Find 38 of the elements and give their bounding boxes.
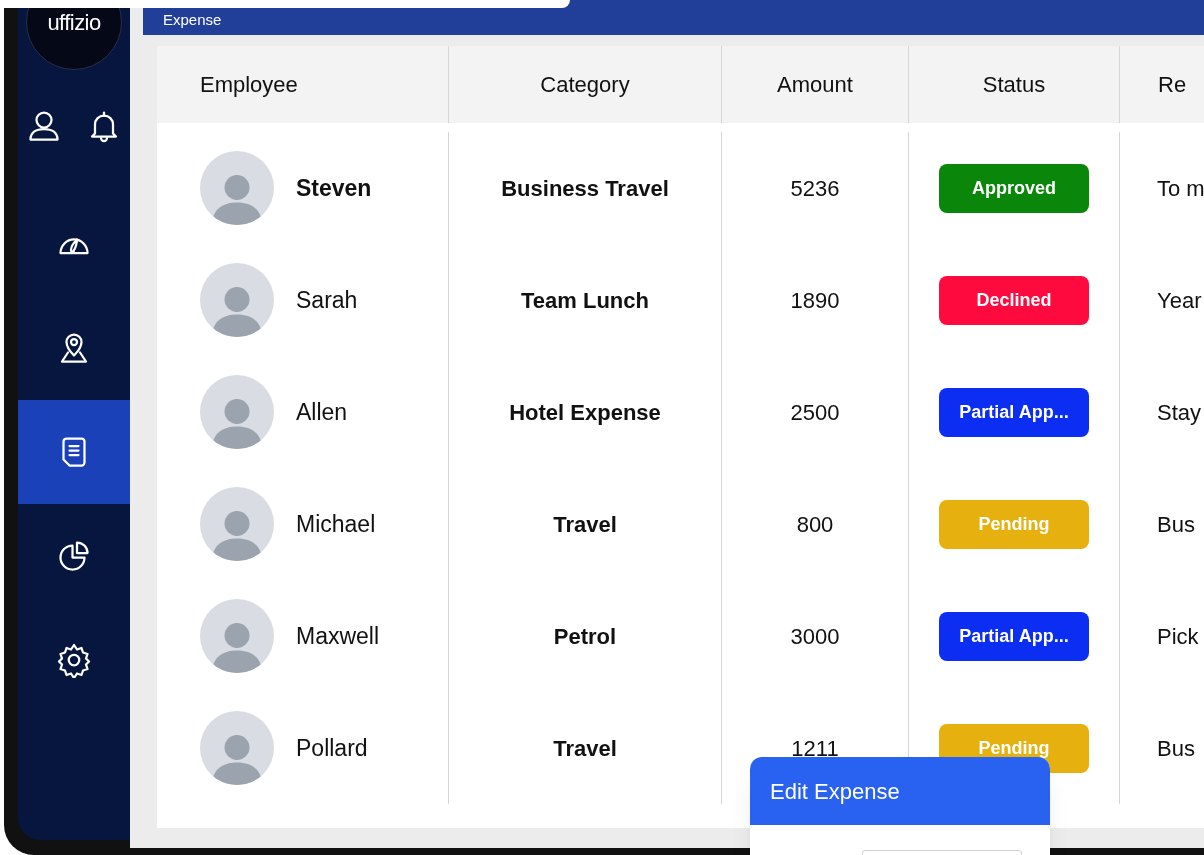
column-header: Status <box>982 71 1046 99</box>
amount-text: 3000 <box>790 622 840 651</box>
category-text: Travel <box>553 734 617 763</box>
reason-text: To m <box>1157 174 1204 203</box>
reason-text: Bus <box>1157 734 1195 763</box>
category-text: Travel <box>553 510 617 539</box>
status-badge: Declined <box>939 275 1089 325</box>
amount-text: 5236 <box>790 174 840 203</box>
user-icon[interactable] <box>26 108 62 144</box>
category-text: Business Travel <box>501 174 669 203</box>
category-text: Team Lunch <box>521 286 649 315</box>
pie-chart-icon <box>56 538 92 574</box>
status-badge: Partial App... <box>939 387 1089 437</box>
reason-text: Year <box>1157 286 1202 315</box>
column-header: Re <box>1158 71 1187 99</box>
amount-text: 800 <box>796 510 834 539</box>
category-text: Petrol <box>553 622 617 651</box>
reason-text: Bus <box>1157 510 1195 539</box>
amount-text: 2500 <box>790 398 840 427</box>
employee-name: Steven <box>296 173 372 203</box>
settings-icon <box>56 642 92 678</box>
dialog-title: Edit Expense <box>750 757 1050 825</box>
reason-text: Stay <box>1157 398 1202 427</box>
status-badge: Approved <box>939 163 1089 213</box>
status-badge: Partial App... <box>939 611 1089 661</box>
employee-name: Allen <box>296 397 348 427</box>
status-badge: Pending <box>939 499 1089 549</box>
employee-name: Sarah <box>296 285 358 315</box>
column-header: Category <box>540 71 630 99</box>
amount-text: 1890 <box>790 286 840 315</box>
column-header: Employee <box>200 71 298 99</box>
category-text: Hotel Expense <box>509 398 661 427</box>
page-title: Expense <box>163 11 222 29</box>
reason-text: Pick <box>1157 622 1199 651</box>
employee-name: Michael <box>296 509 376 539</box>
column-header: Amount <box>777 71 853 99</box>
employee-name: Maxwell <box>296 621 380 651</box>
employee-name: Pollard <box>296 733 368 763</box>
